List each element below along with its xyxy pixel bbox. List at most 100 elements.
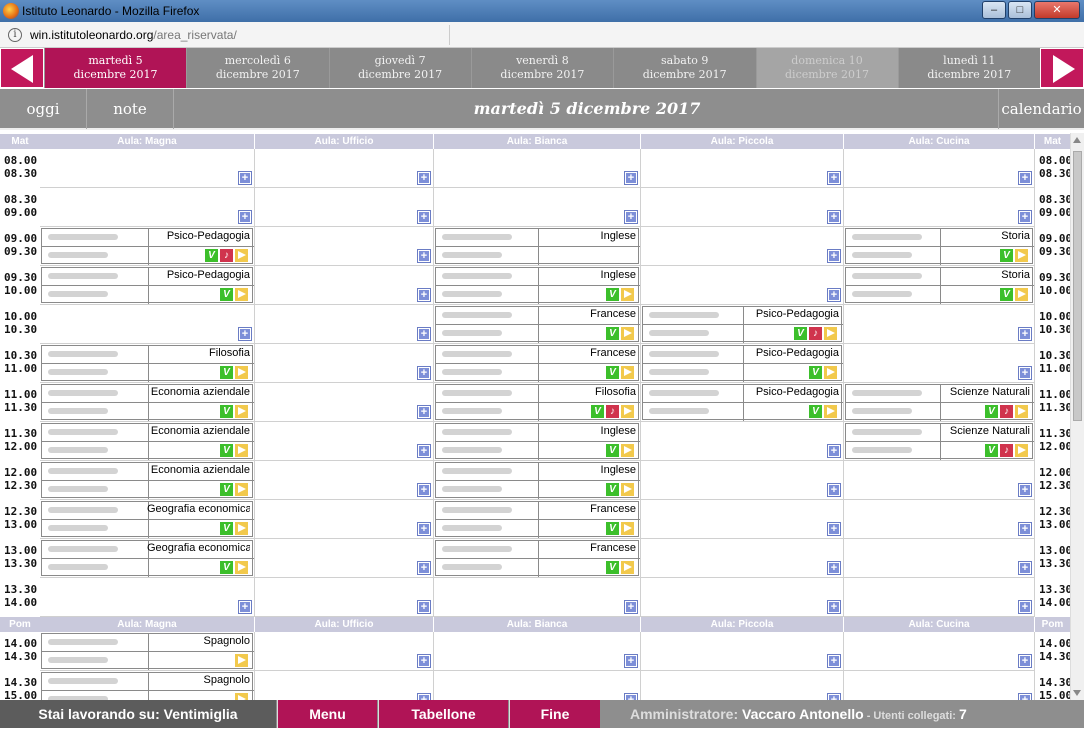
add-lesson-icon[interactable]: + — [238, 171, 252, 185]
validate-icon[interactable]: V — [606, 366, 619, 379]
add-lesson-icon[interactable]: + — [417, 288, 431, 302]
validate-icon[interactable]: V — [1000, 249, 1013, 262]
close-button[interactable]: ✕ — [1034, 1, 1080, 19]
validate-icon[interactable]: V — [809, 405, 822, 418]
validate-icon[interactable]: V — [220, 561, 233, 574]
site-info-icon[interactable]: i — [8, 28, 22, 42]
play-icon[interactable] — [1015, 444, 1028, 457]
lesson-block[interactable]: Geografia economica V — [41, 501, 254, 538]
play-icon[interactable] — [1015, 249, 1028, 262]
play-icon[interactable] — [235, 444, 248, 457]
validate-icon[interactable]: V — [606, 444, 619, 457]
day-tab[interactable]: mercoledì 6 dicembre 2017 — [186, 48, 328, 88]
add-lesson-icon[interactable]: + — [417, 327, 431, 341]
lesson-block[interactable]: Psico-Pedagogia V ♪ — [642, 306, 843, 343]
music-icon[interactable]: ♪ — [1000, 444, 1013, 457]
music-icon[interactable]: ♪ — [809, 327, 822, 340]
add-lesson-icon[interactable]: + — [827, 288, 841, 302]
play-icon[interactable] — [1015, 405, 1028, 418]
validate-icon[interactable]: V — [606, 561, 619, 574]
maximize-button[interactable]: □ — [1008, 1, 1032, 19]
play-icon[interactable] — [235, 522, 248, 535]
add-lesson-icon[interactable]: + — [624, 210, 638, 224]
validate-icon[interactable]: V — [205, 249, 218, 262]
music-icon[interactable]: ♪ — [220, 249, 233, 262]
add-lesson-icon[interactable]: + — [1018, 366, 1032, 380]
menu-button[interactable]: Menu — [277, 700, 377, 728]
add-lesson-icon[interactable]: + — [827, 444, 841, 458]
validate-icon[interactable]: V — [809, 366, 822, 379]
add-lesson-icon[interactable]: + — [238, 600, 252, 614]
add-lesson-icon[interactable]: + — [827, 249, 841, 263]
lesson-block[interactable]: Francese V — [435, 501, 640, 538]
lesson-block[interactable]: Economia aziendale V — [41, 462, 254, 499]
add-lesson-icon[interactable]: + — [827, 483, 841, 497]
validate-icon[interactable]: V — [220, 483, 233, 496]
play-icon[interactable] — [1015, 288, 1028, 301]
validate-icon[interactable]: V — [220, 288, 233, 301]
add-lesson-icon[interactable]: + — [1018, 210, 1032, 224]
lesson-block[interactable]: Francese V — [435, 345, 640, 382]
day-tab[interactable]: martedì 5 dicembre 2017 — [44, 48, 186, 88]
lesson-block[interactable]: Psico-Pedagogia V — [642, 384, 843, 421]
play-icon[interactable] — [621, 405, 634, 418]
add-lesson-icon[interactable]: + — [827, 600, 841, 614]
add-lesson-icon[interactable]: + — [827, 654, 841, 668]
validate-icon[interactable]: V — [985, 405, 998, 418]
add-lesson-icon[interactable]: + — [417, 366, 431, 380]
add-lesson-icon[interactable]: + — [1018, 483, 1032, 497]
validate-icon[interactable]: V — [591, 405, 604, 418]
day-tab[interactable]: lunedì 11 dicembre 2017 — [897, 48, 1040, 88]
add-lesson-icon[interactable]: + — [238, 327, 252, 341]
play-icon[interactable] — [235, 249, 248, 262]
lesson-block[interactable]: Geografia economica V — [41, 540, 254, 577]
day-tab[interactable]: giovedì 7 dicembre 2017 — [328, 48, 471, 88]
add-lesson-icon[interactable]: + — [1018, 171, 1032, 185]
play-icon[interactable] — [235, 366, 248, 379]
add-lesson-icon[interactable]: + — [417, 444, 431, 458]
day-tab[interactable]: sabato 9 dicembre 2017 — [613, 48, 755, 88]
play-icon[interactable] — [235, 405, 248, 418]
add-lesson-icon[interactable]: + — [1018, 654, 1032, 668]
lesson-block[interactable]: Inglese — [435, 228, 640, 265]
notes-button[interactable]: note — [87, 89, 173, 129]
tabellone-button[interactable]: Tabellone — [378, 700, 508, 728]
vertical-scrollbar[interactable] — [1070, 133, 1084, 700]
music-icon[interactable]: ♪ — [606, 405, 619, 418]
validate-icon[interactable]: V — [220, 366, 233, 379]
scroll-down-icon[interactable] — [1073, 690, 1081, 696]
scroll-thumb[interactable] — [1073, 151, 1082, 421]
lesson-block[interactable]: Psico-Pedagogia V — [41, 267, 254, 304]
play-icon[interactable] — [621, 444, 634, 457]
play-icon[interactable] — [824, 366, 837, 379]
validate-icon[interactable]: V — [220, 444, 233, 457]
address-bar[interactable]: i win.istitutoleonardo.org/area_riservat… — [0, 22, 1084, 48]
play-icon[interactable] — [621, 327, 634, 340]
add-lesson-icon[interactable]: + — [827, 522, 841, 536]
lesson-block[interactable]: Scienze Naturali V ♪ — [845, 384, 1034, 421]
play-icon[interactable] — [621, 366, 634, 379]
lesson-block[interactable]: Inglese V — [435, 462, 640, 499]
previous-day-arrow-icon[interactable] — [0, 48, 44, 88]
add-lesson-icon[interactable]: + — [1018, 600, 1032, 614]
add-lesson-icon[interactable]: + — [417, 483, 431, 497]
play-icon[interactable] — [235, 288, 248, 301]
add-lesson-icon[interactable]: + — [624, 171, 638, 185]
validate-icon[interactable]: V — [606, 522, 619, 535]
lesson-block[interactable]: Psico-Pedagogia V ♪ — [41, 228, 254, 265]
add-lesson-icon[interactable]: + — [238, 210, 252, 224]
add-lesson-icon[interactable]: + — [624, 654, 638, 668]
validate-icon[interactable]: V — [606, 483, 619, 496]
add-lesson-icon[interactable]: + — [1018, 522, 1032, 536]
play-icon[interactable] — [235, 483, 248, 496]
lesson-block[interactable]: Inglese V — [435, 267, 640, 304]
validate-icon[interactable]: V — [985, 444, 998, 457]
add-lesson-icon[interactable]: + — [417, 654, 431, 668]
lesson-block[interactable]: Inglese V — [435, 423, 640, 460]
next-day-arrow-icon[interactable] — [1040, 48, 1084, 88]
add-lesson-icon[interactable]: + — [827, 171, 841, 185]
validate-icon[interactable]: V — [606, 327, 619, 340]
lesson-block[interactable]: Francese V — [435, 306, 640, 343]
today-button[interactable]: oggi — [0, 89, 86, 129]
lesson-block[interactable]: Psico-Pedagogia V — [642, 345, 843, 382]
